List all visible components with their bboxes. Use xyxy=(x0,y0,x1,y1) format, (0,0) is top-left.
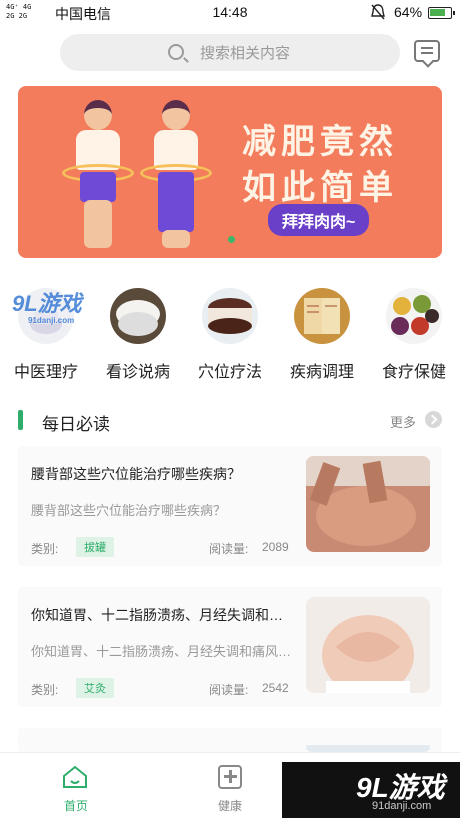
read-count-label: 阅读量: xyxy=(209,683,249,697)
carousel-indicator xyxy=(228,236,235,243)
nav-label: 健康 xyxy=(217,799,242,813)
section-title: 每日必读 xyxy=(42,415,110,434)
read-count-label: 阅读量: xyxy=(209,542,249,556)
category-item-disease[interactable]: 疾病调理 xyxy=(276,282,368,382)
banner-title-line1: 减肥竟然 xyxy=(242,122,398,162)
section-marker xyxy=(18,410,23,430)
read-count: 2089 xyxy=(262,540,289,554)
article-title: 腰背部这些穴位能治疗哪些疾病？ xyxy=(31,466,241,482)
article-title: 你知道胃、十二指肠溃疡、月经失调和痛… xyxy=(31,607,296,623)
status-bar: 4G⁺ 4G 2G 2G 中国电信 14:48 64% xyxy=(0,0,460,26)
category-label: 食疗保健 xyxy=(381,364,446,381)
status-time: 14:48 xyxy=(212,4,248,20)
medical-kit-icon xyxy=(218,765,242,789)
search-icon xyxy=(168,44,184,60)
chevron-right-icon[interactable] xyxy=(425,411,442,428)
battery-icon xyxy=(428,7,455,19)
article-summary: 你知道胃、十二指肠溃疡、月经失调和痛风… xyxy=(31,644,292,659)
category-label: 类别: xyxy=(31,542,59,556)
category-badge: 拔罐 xyxy=(76,537,114,557)
nav-label: 首页 xyxy=(63,799,88,813)
banner-figure-left xyxy=(62,100,134,250)
book-icon xyxy=(294,288,350,344)
article-thumbnail xyxy=(306,742,430,752)
search-input[interactable] xyxy=(200,42,390,64)
silent-bell-icon xyxy=(370,3,386,24)
message-icon[interactable] xyxy=(414,40,440,62)
category-item-diet[interactable]: 食疗保健 xyxy=(368,282,460,382)
bowl-icon xyxy=(110,288,166,344)
home-icon xyxy=(63,765,87,788)
article-summary: 腰背部这些穴位能治疗哪些疾病？ xyxy=(31,503,227,518)
watermark-logo: 9L游戏 91danji.com xyxy=(12,291,82,325)
article-thumbnail xyxy=(306,456,430,552)
banner-tag: 拜拜肉肉~ xyxy=(268,204,370,236)
article-thumbnail xyxy=(306,597,430,693)
category-item-diagnosis[interactable]: 看诊说病 xyxy=(92,282,184,382)
category-label: 疾病调理 xyxy=(289,364,354,381)
search-bar[interactable] xyxy=(60,34,400,71)
category-label: 中医理疗 xyxy=(13,364,78,381)
category-label: 看诊说病 xyxy=(105,364,170,381)
category-label: 类别: xyxy=(31,683,59,697)
category-badge: 艾灸 xyxy=(76,678,114,698)
watermark-badge: 9L游戏 91danji.com xyxy=(282,762,460,818)
more-link[interactable]: 更多 xyxy=(390,412,416,431)
read-count: 2542 xyxy=(262,681,289,695)
category-item-acupoint[interactable]: 穴位疗法 xyxy=(184,282,276,382)
grains-icon xyxy=(386,288,442,344)
battery-percent: 64% xyxy=(394,4,423,20)
watermark-url: 91danji.com xyxy=(372,800,432,812)
article-card[interactable]: 腰背部这些穴位能治疗哪些疾病？ 腰背部这些穴位能治疗哪些疾病？ 类别: 拔罐 阅… xyxy=(18,446,442,566)
article-card[interactable]: 你知道胃、十二指肠溃疡、月经失调和痛… 你知道胃、十二指肠溃疡、月经失调和痛风…… xyxy=(18,587,442,707)
promo-banner[interactable]: 减肥竟然 如此简单 拜拜肉肉~ xyxy=(18,86,442,258)
article-card-partial[interactable] xyxy=(18,728,442,752)
cake-icon xyxy=(202,288,258,344)
category-label: 穴位疗法 xyxy=(197,364,262,381)
banner-title-line2: 如此简单 xyxy=(242,168,398,208)
banner-figure-right xyxy=(140,100,212,250)
